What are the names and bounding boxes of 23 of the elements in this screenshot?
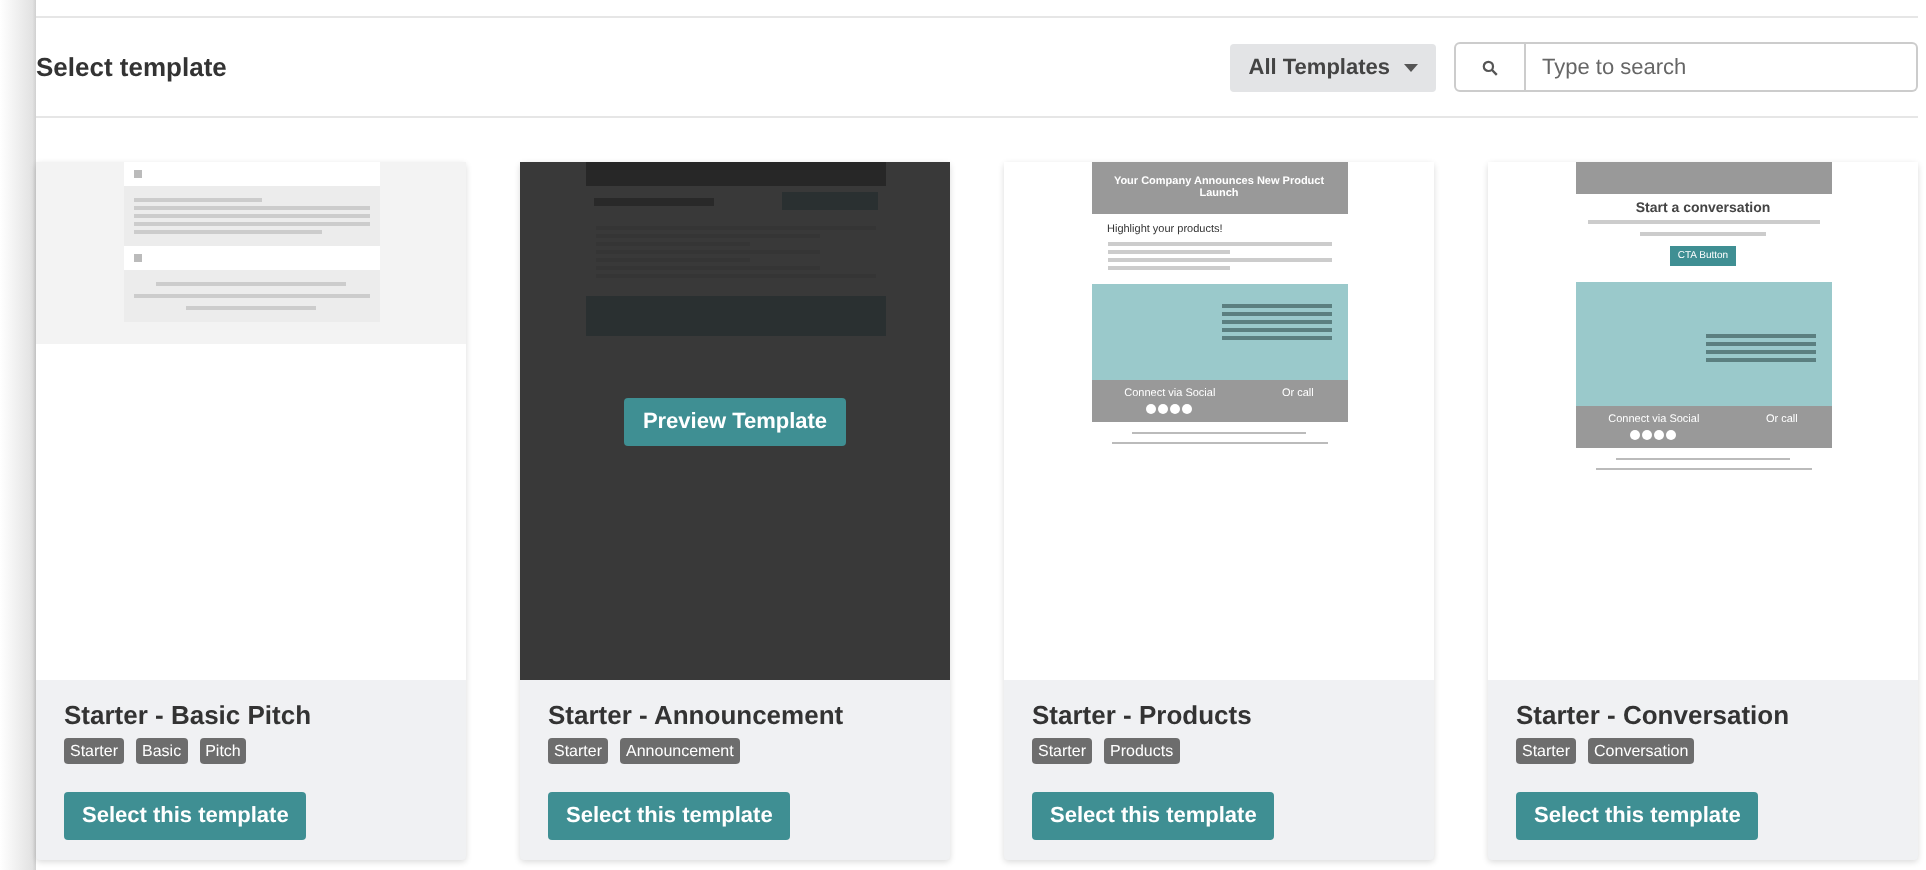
- template-tag: Announcement: [620, 738, 740, 764]
- select-template-button[interactable]: Select this template: [1516, 792, 1759, 840]
- template-tag: Starter: [1516, 738, 1577, 764]
- template-tag: Starter: [64, 738, 125, 764]
- select-template-button[interactable]: Select this template: [64, 792, 307, 840]
- page-title: Select template: [36, 52, 227, 82]
- caret-icon: [1404, 63, 1418, 71]
- search-field[interactable]: Type to search: [1526, 42, 1918, 92]
- template-tag: Products: [1104, 738, 1180, 764]
- preview-template-button[interactable]: Preview Template: [624, 398, 846, 446]
- template-tag: Pitch: [199, 738, 247, 764]
- template-tag: Conversation: [1588, 738, 1695, 764]
- template-tag: Starter: [1032, 738, 1093, 764]
- template-name: Starter - Conversation: [1516, 700, 1792, 730]
- template-name: Starter - Announcement: [548, 700, 846, 730]
- template-filter-dropdown[interactable]: All Templates: [1230, 43, 1436, 91]
- select-template-button[interactable]: Select this template: [1032, 792, 1275, 840]
- search-icon: [1482, 59, 1498, 75]
- template-name: Starter - Products: [1032, 700, 1254, 730]
- template-name: Starter - Basic Pitch: [64, 700, 314, 730]
- template-tag: Basic: [136, 738, 188, 764]
- select-template-button[interactable]: Select this template: [548, 792, 791, 840]
- template-tag: Starter: [548, 738, 609, 764]
